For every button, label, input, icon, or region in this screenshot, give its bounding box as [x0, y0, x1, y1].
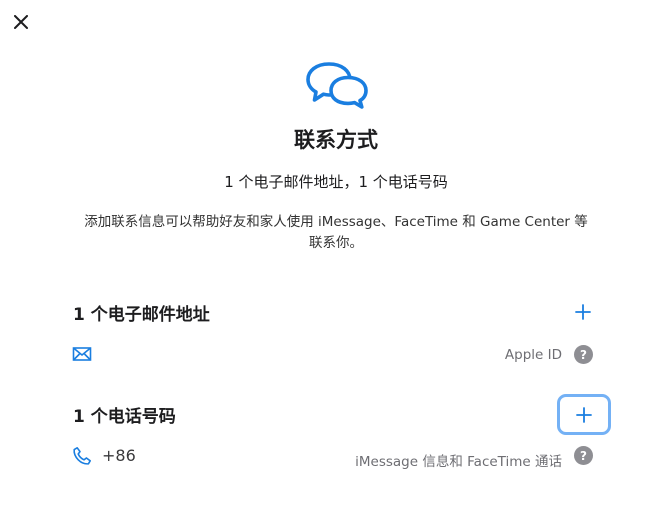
close-button[interactable] [10, 11, 32, 33]
email-section-title: 1 个电子邮件地址 [73, 305, 210, 325]
contact-description: 添加联系信息可以帮助好友和家人使用 iMessage、FaceTime 和 Ga… [84, 214, 588, 251]
email-note: Apple ID [504, 347, 562, 363]
phone-help-button[interactable]: ? [574, 446, 593, 465]
phone-value: +86 [102, 446, 136, 465]
phone-note: iMessage 信息和 FaceTime 通话 [355, 454, 562, 470]
page-title: 联系方式 [294, 128, 378, 152]
plus-icon [576, 406, 592, 423]
phone-section-title: 1 个电话号码 [73, 407, 176, 427]
add-email-button[interactable] [558, 293, 608, 331]
close-icon [14, 15, 28, 29]
envelope-icon [72, 347, 92, 361]
phone-icon [73, 447, 91, 465]
add-phone-button[interactable] [557, 394, 611, 435]
email-help-button[interactable]: ? [574, 345, 593, 364]
plus-icon [575, 304, 591, 320]
chat-bubbles-icon [306, 62, 368, 109]
contact-summary: 1 个电子邮件地址，1 个电话号码 [224, 173, 448, 191]
